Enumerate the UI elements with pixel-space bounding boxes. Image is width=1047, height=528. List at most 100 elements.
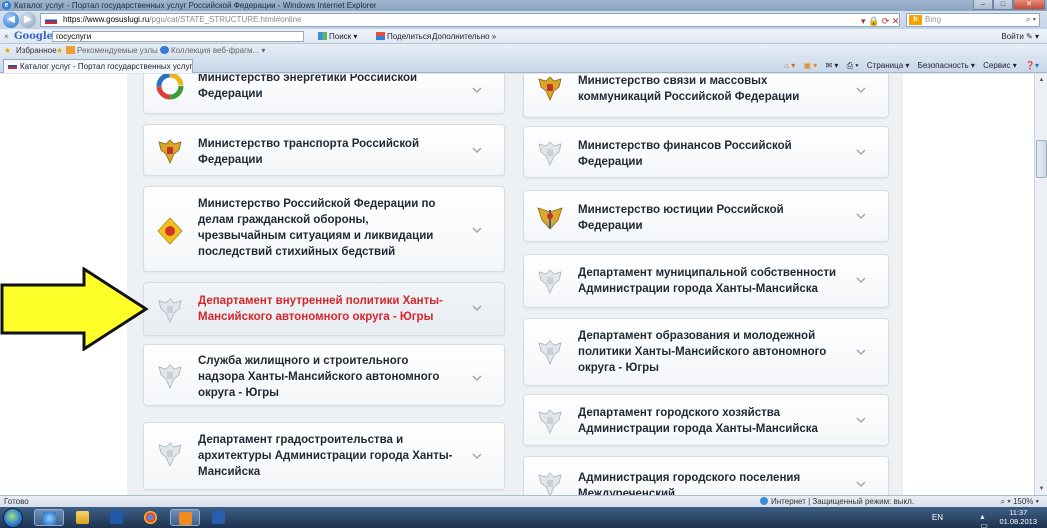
clock-time: 11:37 (1009, 508, 1028, 517)
chevron-down-icon[interactable] (472, 225, 482, 235)
zoom-level: 150% (1012, 497, 1034, 506)
status-text: Готово (4, 497, 29, 506)
card-title: Департамент внутренней политики Ханты-Ма… (198, 295, 443, 323)
card-communications[interactable]: Министерство связи и массовых коммуникац… (523, 74, 889, 118)
google-search-button[interactable]: Поиск ▾ (318, 29, 357, 44)
mail-icon[interactable]: ✉ ▾ (825, 61, 838, 70)
add-favorite-icon[interactable]: ★ (56, 44, 63, 58)
chevron-down-icon[interactable] (856, 147, 866, 157)
favorites-star-icon[interactable]: ★ (4, 44, 11, 58)
taskbar-outlook[interactable] (170, 509, 200, 526)
gray-emblem-icon (158, 364, 182, 389)
card-title: Департамент градостроительства и архитек… (198, 434, 453, 478)
zoom-control[interactable]: ⌕ ▾ 150% ▾ (1001, 496, 1039, 507)
taskbar-explorer[interactable] (68, 509, 98, 526)
media-player-icon (110, 511, 123, 524)
tools-menu[interactable]: Сервис ▾ (983, 61, 1017, 70)
taskbar-media[interactable] (102, 509, 132, 526)
ie-icon (43, 512, 56, 525)
suggested-sites-link[interactable]: Рекомендуемые узлы ▾ (66, 44, 164, 58)
more-button[interactable]: Дополнительно » (432, 29, 496, 44)
tray-icons[interactable]: ▴ ▭ ⚑ ◂) (980, 512, 993, 528)
start-button[interactable] (3, 508, 23, 528)
chevron-down-icon[interactable] (856, 347, 866, 357)
taskbar-word[interactable] (204, 509, 234, 526)
card-mezhdurechensky[interactable]: Администрация городского поселения Между… (523, 456, 889, 495)
card-municipal-property[interactable]: Департамент муниципальной собственности … (523, 254, 889, 308)
card-energy[interactable]: Министерство энергетики Российской Федер… (143, 74, 505, 114)
tab-row: Каталог услуг - Портал государственных у… (0, 58, 1047, 73)
google-toolbar: × Google госуслуги Поиск ▾ Поделиться До… (0, 29, 1047, 44)
chevron-down-icon[interactable] (472, 373, 482, 383)
search-icon[interactable]: ⌕ ▾ (1026, 14, 1036, 26)
address-host: https://www.gosuslugi.ru (63, 15, 150, 24)
page-menu[interactable]: Страница ▾ (867, 61, 910, 70)
word-icon (212, 511, 225, 524)
card-education[interactable]: Департамент образования и молодежной пол… (523, 318, 889, 386)
chevron-down-icon[interactable] (856, 275, 866, 285)
card-housing[interactable]: Служба жилищного и строительного надзора… (143, 344, 505, 406)
google-search-input[interactable]: госуслуги (52, 31, 304, 42)
share-button[interactable]: Поделиться (376, 29, 431, 44)
clock[interactable]: 11:37 01.08.2013 (999, 508, 1037, 526)
card-urban[interactable]: Департамент градостроительства и архитек… (143, 422, 505, 490)
search-box[interactable]: b Bing ⌕ ▾ (906, 13, 1040, 27)
address-row: ◀ ▶ https://www.gosuslugi.ru/pgu/cat/STA… (0, 11, 1047, 29)
toolbar-close-icon[interactable]: × (4, 29, 9, 44)
chevron-down-icon[interactable] (472, 85, 482, 95)
favorites-button[interactable]: Избранное (16, 44, 57, 58)
scroll-down-icon[interactable]: ▼ (1036, 483, 1047, 495)
card-transport[interactable]: Министерство транспорта Российской Федер… (143, 124, 505, 176)
card-internal-policy[interactable]: Департамент внутренней политики Ханты-Ма… (143, 282, 505, 336)
catalog-panel: Министерство энергетики Российской Федер… (127, 74, 903, 495)
taskbar-chrome[interactable] (136, 509, 166, 526)
card-title: Департамент образования и молодежной пол… (578, 330, 827, 374)
home-icon[interactable]: ⌂ ▾ (784, 61, 795, 70)
chevron-down-icon[interactable] (856, 415, 866, 425)
forward-button[interactable]: ▶ (20, 12, 36, 28)
back-button[interactable]: ◀ (3, 12, 19, 28)
chevron-down-icon[interactable] (472, 451, 482, 461)
card-title: Департамент муниципальной собственности … (578, 267, 837, 295)
taskbar-ie[interactable] (34, 509, 64, 526)
address-bar[interactable]: https://www.gosuslugi.ru/pgu/cat/STATE_S… (40, 13, 900, 27)
window-title-bar[interactable]: e Каталог услуг - Портал государственных… (0, 0, 1047, 11)
print-icon[interactable]: ⎙ ▾ (847, 61, 859, 70)
help-icon[interactable]: ❓▾ (1025, 61, 1039, 70)
vertical-scrollbar[interactable]: ▲ ▼ (1034, 74, 1047, 495)
energy-logo-icon (156, 74, 184, 100)
outlook-icon (179, 512, 192, 525)
security-zone[interactable]: Интернет | Защищенный режим: выкл. (760, 496, 914, 507)
chevron-down-icon[interactable] (856, 479, 866, 489)
card-title: Министерство связи и массовых коммуникац… (578, 75, 800, 103)
feeds-icon[interactable]: ▣ ▾ (803, 61, 817, 70)
maximize-button[interactable]: □ (993, 0, 1013, 10)
minimize-button[interactable]: – (973, 0, 993, 10)
chevron-down-icon[interactable] (856, 211, 866, 221)
window-controls: – □ ✕ (973, 0, 1045, 10)
card-mchs[interactable]: Министерство Российской Федерации по дел… (143, 186, 505, 272)
card-justice[interactable]: Министерство юстиции Российской Федераци… (523, 190, 889, 242)
card-city-economy[interactable]: Департамент городского хозяйства Админис… (523, 394, 889, 446)
web-slice-gallery-link[interactable]: Коллекция веб-фрагм... ▾ (160, 44, 265, 58)
address-action-icons[interactable]: ▾ 🔒 ⟳ ✕ (861, 15, 899, 26)
chevron-down-icon[interactable] (856, 85, 866, 95)
sign-in-button[interactable]: Войти ✎ ▾ (1001, 29, 1039, 44)
search-engine-name: Bing (925, 15, 942, 24)
scroll-up-icon[interactable]: ▲ (1036, 74, 1047, 86)
language-indicator[interactable]: EN (932, 513, 943, 522)
close-window-button[interactable]: ✕ (1013, 0, 1045, 10)
eagle-emblem-icon (158, 139, 182, 164)
chevron-down-icon[interactable] (472, 145, 482, 155)
safety-menu[interactable]: Безопасность ▾ (918, 61, 975, 70)
web-slice-label: Коллекция веб-фрагм... ▾ (171, 46, 266, 55)
tab-favicon-icon (8, 63, 17, 69)
gray-emblem-icon (538, 409, 562, 434)
browser-tab[interactable]: Каталог услуг - Портал государственных у… (3, 59, 193, 73)
scroll-thumb[interactable] (1036, 140, 1047, 178)
search-icon (318, 32, 327, 40)
share-label: Поделиться (387, 32, 432, 41)
address-path: /pgu/cat/STATE_STRUCTURE.html#online (149, 15, 302, 24)
chevron-down-icon[interactable] (472, 303, 482, 313)
card-finance[interactable]: Министерство финансов Российской Федерац… (523, 126, 889, 178)
